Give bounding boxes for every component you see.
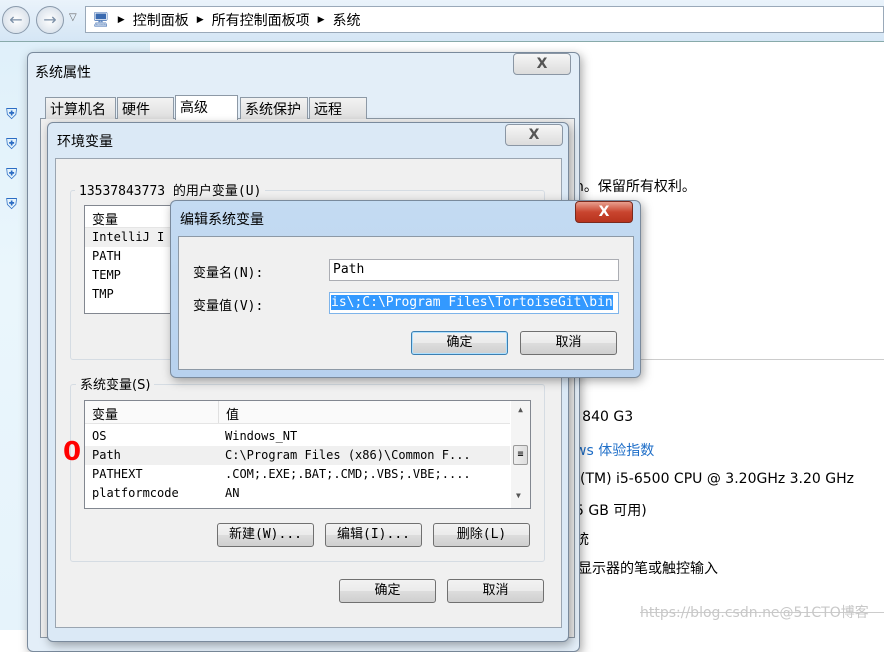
table-row[interactable]: OS Windows_NT <box>85 427 510 446</box>
column-divider[interactable] <box>218 401 219 423</box>
close-button[interactable]: X <box>513 53 571 75</box>
column-header-value[interactable]: 值 <box>226 404 239 423</box>
dialog-title: 环境变量 <box>57 134 113 150</box>
variable-name: Path <box>92 448 121 462</box>
forward-button[interactable]: → <box>36 6 64 34</box>
breadcrumb-item[interactable]: 所有控制面板项 <box>212 10 310 30</box>
address-bar[interactable]: 🖥 ▶ 控制面板 ▶ 所有控制面板项 ▶ 系统 <box>85 6 884 33</box>
copyright-text: n。保留所有权利。 <box>575 179 696 195</box>
scrollbar-thumb[interactable]: ≡ <box>513 445 528 465</box>
variable-value-input[interactable]: is\;C:\Program Files\TortoiseGit\bin <box>331 295 613 310</box>
history-dropdown-icon[interactable]: ▽ <box>69 12 77 23</box>
scroll-up-icon[interactable]: ▲ <box>511 405 530 414</box>
window-title: 系统属性 <box>35 65 91 81</box>
memory-text: 5 GB 可用) <box>575 503 647 519</box>
tab-computer-name[interactable]: 计算机名 <box>45 97 116 119</box>
system-variables-label: 系统变量(S) <box>76 374 155 393</box>
column-header-variable[interactable]: 变量 <box>92 404 118 423</box>
variable-name-label: 变量名(N): <box>193 266 264 281</box>
close-button[interactable]: X <box>505 124 563 146</box>
pen-touch-text: 显示器的笔或触控输入 <box>578 561 718 577</box>
tab-system-protection[interactable]: 系统保护 <box>240 97 308 119</box>
close-button[interactable]: X <box>575 201 633 223</box>
variable-value: .COM;.EXE;.BAT;.CMD;.VBS;.VBE;.... <box>225 467 471 481</box>
scrollbar[interactable]: ▲ ≡ ▼ <box>511 401 530 508</box>
variable-name: PATHEXT <box>92 467 143 481</box>
variable-value-label: 变量值(V): <box>193 299 264 314</box>
cancel-button[interactable]: 取消 <box>520 331 617 355</box>
user-variables-label: 13537843773 的用户变量(U) <box>75 180 266 199</box>
tab-hardware[interactable]: 硬件 <box>117 97 174 119</box>
variable-name: platformcode <box>92 486 179 500</box>
table-row[interactable]: platformcode AN <box>85 484 510 503</box>
variable-value: C:\Program Files (x86)\Common F... <box>225 448 471 462</box>
ok-button[interactable]: 确定 <box>339 579 436 603</box>
breadcrumb-item[interactable]: 系统 <box>333 10 361 30</box>
tab-advanced[interactable]: 高级 <box>175 95 238 120</box>
breadcrumb-item[interactable]: 控制面板 <box>133 10 189 30</box>
chevron-right-icon: ▶ <box>196 14 204 25</box>
edit-variable-button[interactable]: 编辑(I)... <box>325 523 422 547</box>
chevron-right-icon: ▶ <box>317 14 325 25</box>
shield-icon: ⛨ <box>6 165 18 183</box>
scroll-down-icon[interactable]: ▼ <box>516 491 521 500</box>
table-row-selected[interactable]: Path C:\Program Files (x86)\Common F... <box>85 446 510 465</box>
shield-icon: ⛨ <box>6 135 18 153</box>
variable-value: Windows_NT <box>225 429 298 443</box>
shield-icon: ⛨ <box>6 105 18 123</box>
tab-remote[interactable]: 远程 <box>309 97 367 119</box>
model-text: : 840 G3 <box>573 409 634 425</box>
ok-button[interactable]: 确定 <box>411 331 508 355</box>
variable-name: OS <box>92 429 107 443</box>
system-variables-list[interactable]: 变量 值 OS Windows_NT Path C:\Program Files (… <box>84 400 531 509</box>
variable-name-input[interactable]: Path <box>329 259 619 281</box>
cpu-text: (TM) i5-6500 CPU @ 3.20GHz 3.20 GHz <box>580 471 854 487</box>
delete-variable-button[interactable]: 删除(L) <box>433 523 530 547</box>
variable-value: AN <box>225 486 240 500</box>
chevron-right-icon: ▶ <box>117 14 125 25</box>
dialog-title: 编辑系统变量 <box>180 212 264 228</box>
cancel-button[interactable]: 取消 <box>447 579 544 603</box>
computer-icon: 🖥 <box>92 11 110 28</box>
watermark: https://blog.csdn.ne@51CTO博客 <box>640 605 869 621</box>
table-row[interactable]: PATHEXT .COM;.EXE;.BAT;.CMD;.VBS;.VBE;...… <box>85 465 510 484</box>
new-variable-button[interactable]: 新建(W)... <box>217 523 314 547</box>
divider <box>640 359 884 360</box>
shield-icon: ⛨ <box>6 195 18 213</box>
experience-index-link[interactable]: ws 体验指数 <box>575 440 654 460</box>
annotation-marker: 0 <box>63 437 82 467</box>
back-button[interactable]: ← <box>2 6 30 34</box>
